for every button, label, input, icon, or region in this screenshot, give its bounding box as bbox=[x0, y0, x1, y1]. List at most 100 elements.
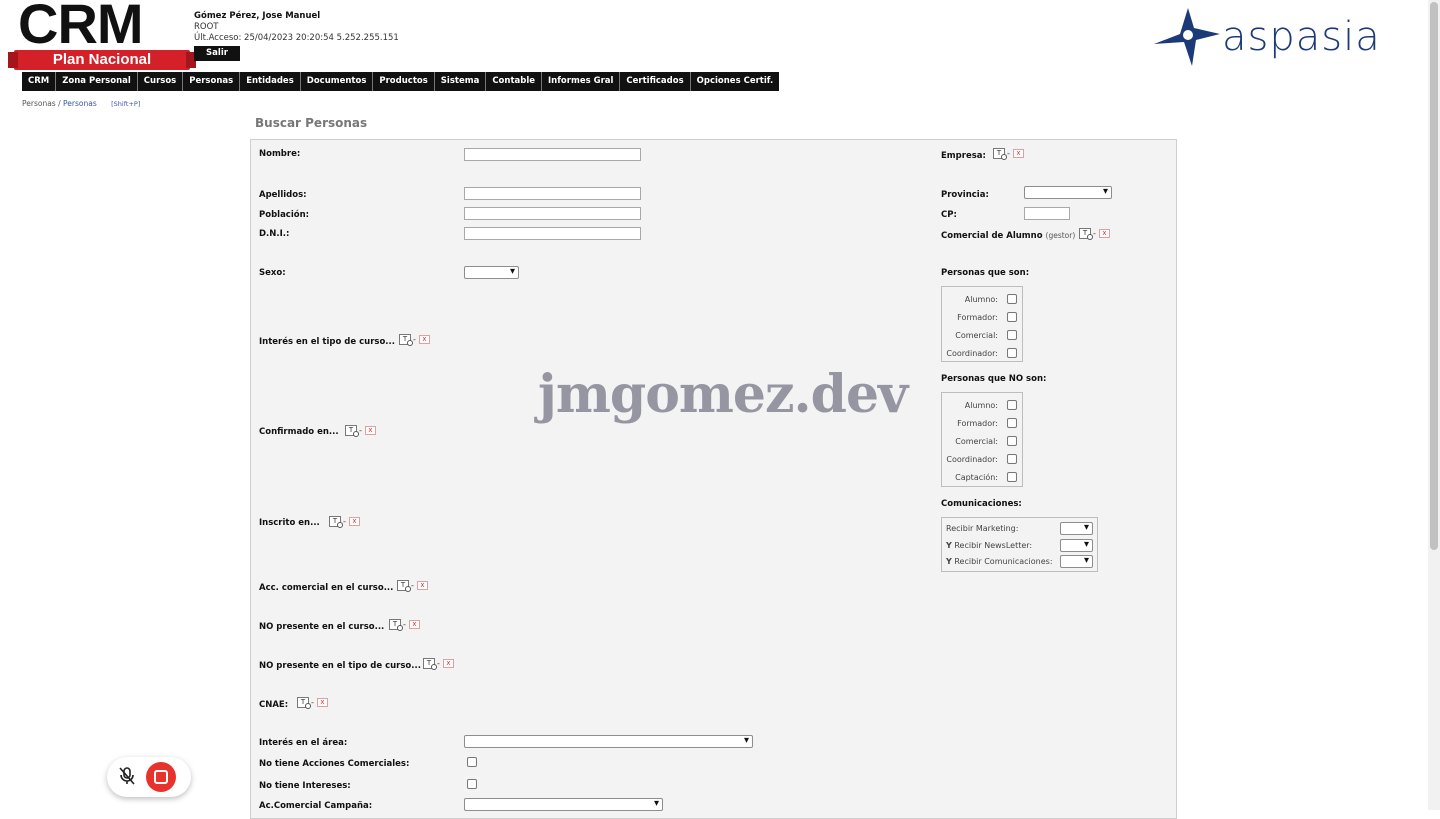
clear-picker-icon[interactable]: x bbox=[1098, 229, 1110, 238]
cp-label: CP: bbox=[941, 210, 957, 220]
nav-item-cursos[interactable]: Cursos bbox=[138, 72, 184, 91]
apellidos-input[interactable] bbox=[464, 187, 641, 200]
poblacion-label: Población: bbox=[259, 210, 310, 220]
select-picker-icon[interactable]: T bbox=[345, 425, 359, 437]
select-picker-icon[interactable]: T bbox=[297, 697, 311, 709]
acc-comercial-label: Acc. comercial en el curso... bbox=[259, 583, 394, 593]
provincia-select[interactable] bbox=[1024, 186, 1112, 199]
nav-item-crm[interactable]: CRM bbox=[22, 72, 57, 91]
no-intereses-checkbox[interactable] bbox=[467, 779, 477, 789]
recorder-controls bbox=[107, 757, 191, 797]
search-form-panel: Nombre: Apellidos: Población: D.N.I.: Se… bbox=[250, 139, 1177, 819]
com-comunicaciones-prefix: Y bbox=[946, 557, 952, 566]
no-acciones-checkbox[interactable] bbox=[467, 757, 477, 767]
select-picker-icon[interactable]: T bbox=[399, 334, 413, 346]
last-access: Últ.Acceso: 25/04/2023 20:20:54 5.252.25… bbox=[194, 33, 399, 43]
personas-no-son-comercial-checkbox[interactable] bbox=[1007, 436, 1017, 446]
user-name: Gómez Pérez, Jose Manuel bbox=[194, 11, 321, 21]
com-comunicaciones-select[interactable] bbox=[1060, 555, 1093, 568]
personas-no-son-captacion-label: Captación: bbox=[955, 473, 998, 482]
nav-item-certificados[interactable]: Certificados bbox=[620, 72, 691, 91]
select-picker-icon[interactable]: T bbox=[1079, 228, 1093, 240]
nav-item-personas[interactable]: Personas bbox=[183, 72, 241, 91]
nav-item-contable[interactable]: Contable bbox=[486, 72, 543, 91]
breadcrumb-separator: / bbox=[58, 99, 61, 108]
personas-no-son-box: Alumno: Formador: Comercial: Coordinador… bbox=[941, 392, 1023, 487]
clear-picker-icon[interactable]: x bbox=[1012, 149, 1024, 158]
picker-dash: - bbox=[403, 620, 406, 629]
sexo-select[interactable] bbox=[464, 266, 519, 279]
mic-off-icon[interactable] bbox=[116, 765, 138, 787]
aspasia-logo: aspasia bbox=[1150, 6, 1420, 68]
nav-item-opciones-certif[interactable]: Opciones Certif. bbox=[691, 72, 780, 91]
nav-item-entidades[interactable]: Entidades bbox=[240, 72, 301, 91]
poblacion-input[interactable] bbox=[464, 207, 641, 220]
nav-item-zona-personal[interactable]: Zona Personal bbox=[56, 72, 138, 91]
nav-item-sistema[interactable]: Sistema bbox=[435, 72, 487, 91]
com-newsletter-prefix: Y bbox=[946, 541, 952, 550]
personas-son-coordinador-checkbox[interactable] bbox=[1007, 348, 1017, 358]
clear-picker-icon[interactable]: x bbox=[416, 581, 428, 590]
select-picker-icon[interactable]: T bbox=[329, 516, 343, 528]
crm-logo-banner: Plan Nacional bbox=[8, 50, 196, 70]
personas-no-son-formador-checkbox[interactable] bbox=[1007, 418, 1017, 428]
clear-picker-icon[interactable]: x bbox=[316, 698, 328, 707]
picker-dash: - bbox=[1093, 229, 1096, 238]
personas-son-label: Personas que son: bbox=[941, 268, 1030, 278]
com-comunicaciones-label: Recibir Comunicaciones: bbox=[954, 557, 1053, 566]
logout-button[interactable]: Salir bbox=[194, 46, 240, 61]
cp-input[interactable] bbox=[1024, 207, 1070, 220]
personas-no-son-captacion-checkbox[interactable] bbox=[1007, 472, 1017, 482]
com-marketing-select[interactable] bbox=[1060, 522, 1093, 535]
provincia-label: Provincia: bbox=[941, 190, 989, 200]
nombre-input[interactable] bbox=[464, 148, 641, 161]
select-picker-icon[interactable]: T bbox=[993, 148, 1007, 160]
confirmado-label: Confirmado en... bbox=[259, 427, 339, 437]
picker-dash: - bbox=[437, 659, 440, 668]
select-picker-icon[interactable]: T bbox=[389, 619, 403, 631]
campana-select[interactable] bbox=[464, 798, 663, 811]
nombre-label: Nombre: bbox=[259, 149, 301, 159]
breadcrumb: Personas / Personas [Shift+P] bbox=[22, 99, 140, 108]
personas-no-son-coordinador-checkbox[interactable] bbox=[1007, 454, 1017, 464]
select-picker-icon[interactable]: T bbox=[423, 658, 437, 670]
interes-tipo-label: Interés en el tipo de curso... bbox=[259, 337, 395, 347]
dni-label: D.N.I.: bbox=[259, 229, 290, 239]
page-scrollbar[interactable] bbox=[1428, 0, 1440, 810]
stop-record-icon[interactable] bbox=[146, 762, 176, 792]
comunicaciones-label: Comunicaciones: bbox=[941, 499, 1022, 509]
select-picker-icon[interactable]: T bbox=[397, 580, 411, 592]
nav-item-documentos[interactable]: Documentos bbox=[301, 72, 374, 91]
no-presente-tipo-pickers: T - x bbox=[423, 658, 454, 670]
personas-no-son-coordinador-label: Coordinador: bbox=[946, 455, 998, 464]
user-role: ROOT bbox=[194, 22, 219, 32]
no-acciones-label: No tiene Acciones Comerciales: bbox=[259, 759, 410, 769]
clear-picker-icon[interactable]: x bbox=[442, 659, 454, 668]
com-newsletter-row: Y Recibir NewsLetter: bbox=[946, 541, 1032, 550]
no-presente-tipo-label: NO presente en el tipo de curso... bbox=[259, 661, 421, 671]
crm-logo: CRM Plan Nacional bbox=[8, 0, 196, 70]
clear-picker-icon[interactable]: x bbox=[418, 335, 430, 344]
no-intereses-label: No tiene Intereses: bbox=[259, 781, 351, 791]
interes-area-label: Interés en el área: bbox=[259, 738, 348, 748]
scrollbar-thumb[interactable] bbox=[1430, 2, 1438, 550]
clear-picker-icon[interactable]: x bbox=[364, 426, 376, 435]
com-marketing-label: Recibir Marketing: bbox=[946, 524, 1019, 533]
interes-area-select[interactable] bbox=[464, 735, 753, 748]
personas-no-son-alumno-checkbox[interactable] bbox=[1007, 400, 1017, 410]
picker-dash: - bbox=[413, 335, 416, 344]
nav-item-productos[interactable]: Productos bbox=[373, 72, 435, 91]
breadcrumb-current[interactable]: Personas bbox=[63, 99, 97, 108]
com-newsletter-select[interactable] bbox=[1060, 539, 1093, 552]
picker-dash: - bbox=[359, 426, 362, 435]
personas-no-son-label: Personas que NO son: bbox=[941, 374, 1047, 384]
nav-item-informes-gral[interactable]: Informes Gral bbox=[542, 72, 621, 91]
personas-son-comercial-checkbox[interactable] bbox=[1007, 330, 1017, 340]
clear-picker-icon[interactable]: x bbox=[348, 517, 360, 526]
com-newsletter-label: Recibir NewsLetter: bbox=[954, 541, 1033, 550]
breadcrumb-root[interactable]: Personas bbox=[22, 99, 56, 108]
dni-input[interactable] bbox=[464, 227, 641, 240]
personas-son-formador-checkbox[interactable] bbox=[1007, 312, 1017, 322]
clear-picker-icon[interactable]: x bbox=[408, 620, 420, 629]
personas-son-alumno-checkbox[interactable] bbox=[1007, 294, 1017, 304]
